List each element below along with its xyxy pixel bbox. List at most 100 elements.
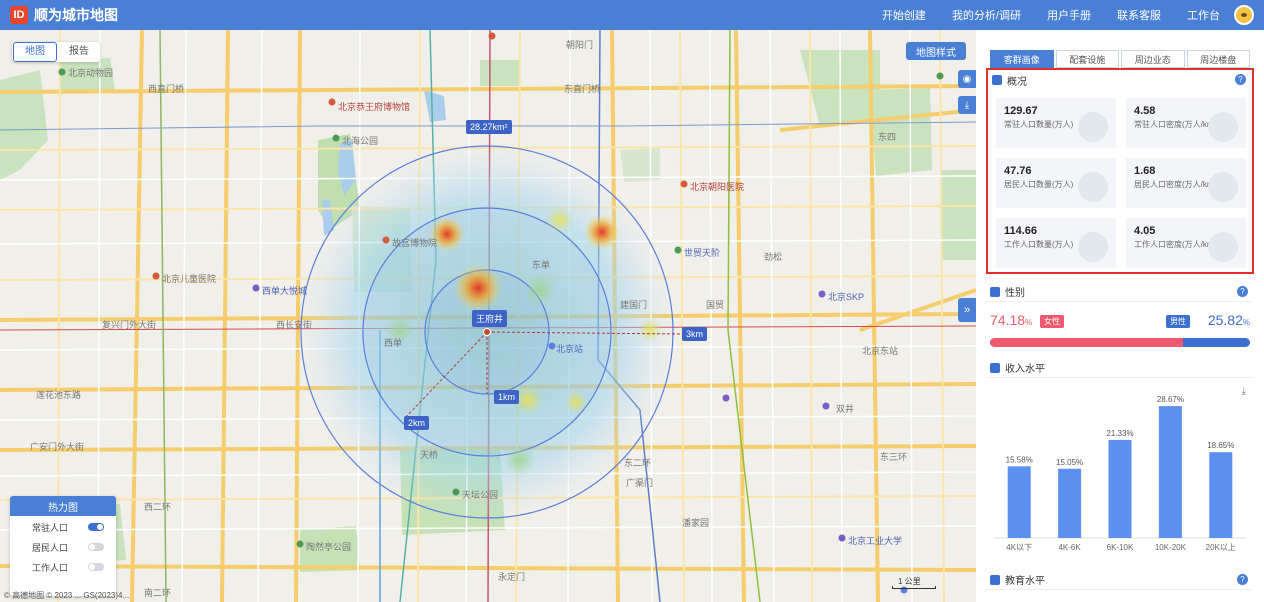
tab-customer-profile[interactable]: 客群画像 <box>990 50 1054 68</box>
x-tick-label: 10K-20K <box>1155 543 1187 552</box>
label-skp[interactable]: 北京SKP <box>828 290 864 303</box>
label-shimao[interactable]: 世贸天阶 <box>684 246 720 259</box>
tab-business[interactable]: 周边业态 <box>1121 50 1185 68</box>
map-canvas[interactable]: 北京动物园 西直门桥 北京恭王府博物馆 北海公园 故宫博物院 北京朝阳医院 世贸… <box>0 30 976 602</box>
label-guanganmen[interactable]: 广安门外大街 <box>30 440 84 453</box>
label-panjiayuan[interactable]: 潘家园 <box>682 516 709 529</box>
tab-facilities[interactable]: 配套设施 <box>1055 50 1119 68</box>
layer-toggle-resident[interactable] <box>88 523 104 531</box>
label-fuxingmen[interactable]: 复兴门外大街 <box>102 318 156 331</box>
income-bar[interactable] <box>1058 468 1082 538</box>
layer-toggle-household[interactable] <box>88 543 104 551</box>
x-tick-label: 6K-10K <box>1107 543 1134 552</box>
label-xizhimen[interactable]: 西直门桥 <box>148 82 184 95</box>
label-gugong[interactable]: 故宫博物院 <box>392 236 437 249</box>
label-dongdan[interactable]: 东单 <box>532 258 550 271</box>
overview-header: 概况 <box>988 70 1252 90</box>
education-header: 教育水平 <box>986 570 1254 590</box>
label-beijing-station[interactable]: 北京站 <box>556 342 583 355</box>
label-xierhuan[interactable]: 西二环 <box>144 500 171 513</box>
layer-row-household: 居民人口 <box>10 538 116 556</box>
radius-3km-label: 3km <box>682 327 708 341</box>
label-changan[interactable]: 西长安街 <box>276 318 312 331</box>
worker-icon <box>1078 232 1108 262</box>
eye-icon[interactable]: ◉ <box>958 70 976 88</box>
label-sanhuan[interactable]: 东三环 <box>880 450 907 463</box>
layer-toggle-work[interactable] <box>88 563 104 571</box>
label-chaoyangmen[interactable]: 朝阳门 <box>566 38 593 51</box>
label-guomao[interactable]: 国贸 <box>706 298 724 311</box>
bar-value-label: 28.67% <box>1157 395 1184 404</box>
female-percent: 74.18% <box>990 312 1032 328</box>
label-guangqumen[interactable]: 广渠门 <box>626 476 653 489</box>
map-style-button[interactable]: 地图样式 <box>906 42 966 60</box>
app-title[interactable]: 顺为城市地图 <box>34 5 118 25</box>
help-icon[interactable]: ? <box>1235 74 1246 85</box>
tab-report[interactable]: 报告 <box>58 43 100 61</box>
download-icon[interactable]: ⤓ <box>958 96 976 114</box>
area-label: 28.27km² <box>466 120 512 134</box>
radius-1km-label: 1km <box>494 390 520 404</box>
label-dongsi[interactable]: 东四 <box>878 130 896 143</box>
logo[interactable]: ID <box>10 6 28 24</box>
label-gongwangfu[interactable]: 北京恭王府博物馆 <box>338 100 410 113</box>
label-jinsong[interactable]: 劲松 <box>764 250 782 263</box>
income-bar[interactable] <box>1209 452 1233 538</box>
label-xichang[interactable]: 西单 <box>384 336 402 349</box>
label-taoranting[interactable]: 陶然亭公园 <box>306 540 351 553</box>
income-bar[interactable] <box>1108 439 1132 538</box>
map-copyright: © 高德地图 © 2023 ... GS(2023)4... <box>4 591 130 600</box>
education-card: 教育水平 ? <box>986 570 1254 592</box>
x-tick-label: 4K-6K <box>1058 543 1081 552</box>
label-dongerhuan[interactable]: 东二环 <box>624 456 651 469</box>
label-yongdingmen[interactable]: 永定门 <box>498 570 525 583</box>
label-shuangjing[interactable]: 双井 <box>836 402 854 415</box>
label-lianhuachi[interactable]: 莲花池东路 <box>36 388 81 401</box>
label-bjut[interactable]: 北京工业大学 <box>848 534 902 547</box>
female-ratio-fill <box>990 338 1183 347</box>
male-percent: 25.82% <box>1208 312 1250 328</box>
education-title: 教育水平 <box>1005 576 1045 587</box>
nav-workbench[interactable]: 工作台 <box>1187 7 1220 23</box>
tab-map[interactable]: 地图 <box>13 42 57 62</box>
center-label[interactable]: 王府井 <box>472 310 508 327</box>
people-icon <box>1208 112 1238 142</box>
label-erhuan-south[interactable]: 南二环 <box>144 586 171 599</box>
label-jianguomen[interactable]: 建国门 <box>620 298 647 311</box>
label-beijing-east[interactable]: 北京东站 <box>862 344 898 357</box>
income-bar[interactable] <box>1158 406 1182 538</box>
label-tianqiao[interactable]: 天桥 <box>420 448 438 461</box>
label-children-hospital[interactable]: 北京儿童医院 <box>162 272 216 285</box>
label-tiantan[interactable]: 天坛公园 <box>462 488 498 501</box>
label-chaoyang-hospital[interactable]: 北京朝阳医院 <box>690 180 744 193</box>
bar-value-label: 21.33% <box>1106 429 1133 438</box>
map-scale-bar <box>892 586 936 589</box>
user-avatar[interactable] <box>1234 5 1254 25</box>
nav-manual[interactable]: 用户手册 <box>1047 7 1091 23</box>
label-beijing-zoo[interactable]: 北京动物园 <box>68 66 113 79</box>
collapse-panel-button[interactable]: » <box>958 298 976 322</box>
label-dongzhimen[interactable]: 东直门桥 <box>564 82 600 95</box>
help-icon[interactable]: ? <box>1237 286 1248 297</box>
percent-unit: % <box>1025 318 1033 327</box>
nav-support[interactable]: 联系客服 <box>1117 7 1161 23</box>
view-switch: 地图 报告 <box>12 42 100 62</box>
gender-title: 性别 <box>1005 288 1025 299</box>
income-bar[interactable] <box>1007 466 1031 538</box>
label-xidan[interactable]: 西单大悦城 <box>262 284 307 297</box>
gender-header: 性别 <box>986 282 1254 302</box>
income-title: 收入水平 <box>1005 364 1045 375</box>
income-bar-chart: 15.58% 4K以下 15.05% 4K-6K 21.33% 6K-10K 28.67% 1… <box>994 395 1246 552</box>
overview-card: 概况 ? 129.67 常驻人口数量(万人) 4.58 常驻人口密度(万人/km… <box>986 68 1254 274</box>
stat-worker-count: 114.66 工作人口数量(万人) <box>996 218 1116 268</box>
gender-icon <box>990 286 1000 297</box>
gender-ratio-bar <box>990 338 1250 347</box>
label-beihai[interactable]: 北海公园 <box>342 134 378 147</box>
overview-title: 概况 <box>1007 76 1027 88</box>
analysis-panel: 客群画像 配套设施 周边业态 周边楼盘 概况 ? 129.67 常驻人口数量(万… <box>976 30 1264 602</box>
tab-property[interactable]: 周边楼盘 <box>1186 50 1250 68</box>
income-icon <box>990 362 1000 373</box>
nav-create[interactable]: 开始创建 <box>882 7 926 23</box>
nav-my-analysis[interactable]: 我的分析/调研 <box>952 7 1021 23</box>
help-icon[interactable]: ? <box>1237 574 1248 585</box>
